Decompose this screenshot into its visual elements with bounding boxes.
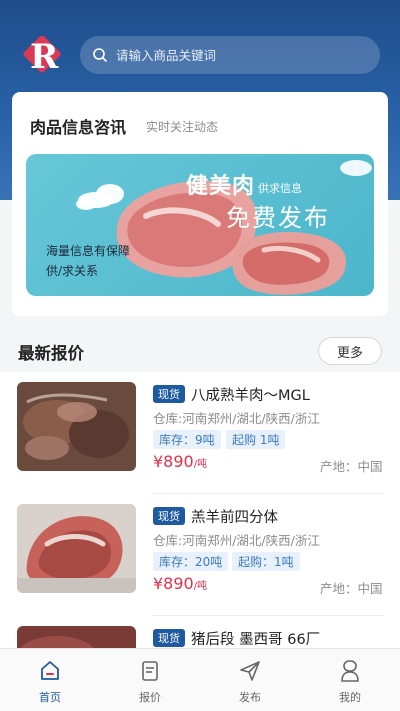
in-stock-badge: 现货 (153, 507, 185, 525)
product-image (17, 382, 136, 471)
user-icon (341, 660, 359, 682)
product-name: 羔羊前四分体 (191, 510, 278, 526)
product-name: 猪后段 墨西哥 66厂 (191, 632, 321, 648)
origin-text: 产地：中国 (320, 581, 383, 596)
send-icon (240, 661, 260, 681)
stock-tag: 库存：20吨 (153, 552, 229, 571)
min-order-tag: 起购：1吨 (232, 552, 300, 571)
promo-banner[interactable]: 健美肉 供求信息 免费发布 海量信息有保障 供/求关系 (26, 154, 374, 296)
quote-item[interactable]: 现货 猪后段 墨西哥 66厂 (0, 616, 400, 648)
banner-tagline-1: 海量信息有保障 (46, 244, 131, 258)
info-card-title: 肉品信息咨讯 (30, 118, 127, 137)
in-stock-badge: 现货 (153, 385, 185, 403)
quote-item[interactable]: 现货 八成熟羊肉～MGL 仓库:河南郑州/湖北/陕西/浙江 库存：9吨 起购 1… (0, 372, 400, 494)
search-bar[interactable] (80, 36, 380, 74)
banner-free-publish: 免费发布 (226, 204, 330, 232)
product-image (17, 504, 136, 593)
price-value: ¥890 (153, 574, 194, 593)
warehouse-text: 仓库:河南郑州/湖北/陕西/浙江 (153, 533, 320, 548)
product-name: 八成熟羊肉～MGL (191, 388, 310, 404)
min-order-tag: 起购 1吨 (226, 430, 286, 449)
tab-mine-label: 我的 (339, 691, 361, 704)
banner-supply-label: 供求信息 (258, 182, 302, 195)
search-input[interactable] (116, 47, 356, 63)
tab-publish[interactable]: 发布 (200, 649, 300, 711)
banner-tagline-2: 供/求关系 (46, 264, 99, 278)
bottom-tab-bar: 首页 报价 发布 我的 (0, 648, 400, 711)
tab-quote-label: 报价 (139, 691, 161, 704)
stock-tag: 库存：9吨 (153, 430, 221, 449)
quote-item[interactable]: 现货 羔羊前四分体 仓库:河南郑州/湖北/陕西/浙江 库存：20吨 起购：1吨 … (0, 494, 400, 616)
origin-text: 产地：中国 (320, 459, 383, 474)
more-button[interactable]: 更多 (318, 337, 382, 365)
price: ¥890/吨 (153, 452, 207, 471)
in-stock-badge: 现货 (153, 629, 185, 647)
brand-r-logo-icon[interactable]: R (22, 36, 68, 76)
price-unit: /吨 (193, 581, 208, 592)
banner-title: 健美肉 (186, 174, 256, 199)
warehouse-text: 仓库:河南郑州/湖北/陕西/浙江 (153, 411, 320, 426)
price-unit: /吨 (193, 459, 208, 470)
tab-mine[interactable]: 我的 (300, 649, 400, 711)
tab-home-label: 首页 (39, 691, 61, 704)
price: ¥890/吨 (153, 574, 207, 593)
tab-home[interactable]: 首页 (0, 649, 100, 711)
quote-icon (142, 661, 158, 681)
quote-list: 现货 八成熟羊肉～MGL 仓库:河南郑州/湖北/陕西/浙江 库存：9吨 起购 1… (0, 372, 400, 648)
price-value: ¥890 (153, 452, 194, 471)
info-card-subtitle: 实时关注动态 (146, 120, 219, 134)
home-icon (41, 661, 59, 680)
product-image (17, 626, 136, 648)
tab-quote[interactable]: 报价 (100, 649, 200, 711)
info-card: 肉品信息咨讯 实时关注动态 健美肉 供求信息 免费发布 海量信息有保障 供/求关… (12, 92, 388, 316)
svg-text:R: R (30, 37, 59, 76)
latest-quotes-title: 最新报价 (18, 344, 84, 363)
search-icon (93, 48, 107, 62)
tab-publish-label: 发布 (239, 691, 261, 704)
